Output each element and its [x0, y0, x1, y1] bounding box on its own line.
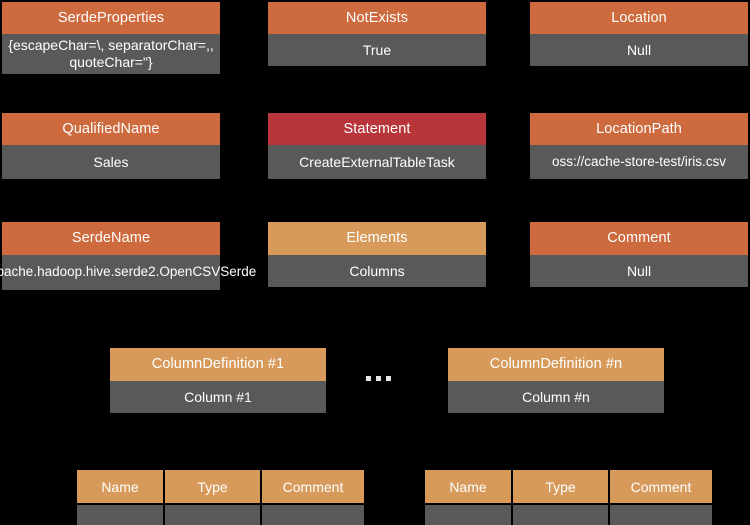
node-serde-name[interactable]: SerdeName org.apache.hadoop.hive.serde2.…: [2, 222, 220, 290]
node-value: Sales: [2, 145, 220, 179]
column-header-name: Name: [77, 470, 165, 503]
table-cell-name: [425, 505, 513, 525]
node-comment[interactable]: Comment Null: [530, 222, 748, 287]
node-header: Elements: [268, 222, 486, 255]
column-attributes-table-first[interactable]: Name Type Comment: [77, 470, 364, 525]
node-value: Column #n: [448, 381, 664, 413]
node-header: Comment: [530, 222, 748, 255]
column-header-name: Name: [425, 470, 513, 503]
node-column-definition-first[interactable]: ColumnDefinition #1 Column #1: [110, 348, 326, 413]
column-header-type: Type: [513, 470, 610, 503]
node-location[interactable]: Location Null: [530, 2, 748, 66]
table-cell-comment: [610, 505, 712, 525]
table-row[interactable]: [425, 505, 712, 525]
node-location-path[interactable]: LocationPath oss://cache-store-test/iris…: [530, 113, 748, 179]
node-value: org.apache.hadoop.hive.serde2.OpenCSVSer…: [2, 255, 220, 290]
node-statement[interactable]: Statement CreateExternalTableTask: [268, 113, 486, 179]
node-header: LocationPath: [530, 113, 748, 145]
node-elements[interactable]: Elements Columns: [268, 222, 486, 287]
node-header: Statement: [268, 113, 486, 145]
node-value: Null: [530, 255, 748, 287]
node-value: Columns: [268, 255, 486, 287]
ellipsis-separator: [366, 376, 391, 381]
ellipsis-dot: [386, 376, 391, 381]
node-header: QualifiedName: [2, 113, 220, 145]
node-header: SerdeName: [2, 222, 220, 255]
node-value: Null: [530, 34, 748, 66]
diagram-canvas: SerdeProperties {escapeChar=\, separator…: [0, 0, 750, 510]
column-header-comment: Comment: [262, 470, 364, 503]
column-attributes-table-last[interactable]: Name Type Comment: [425, 470, 712, 525]
table-header-row: Name Type Comment: [425, 470, 712, 505]
ellipsis-dot: [366, 376, 371, 381]
node-header: ColumnDefinition #n: [448, 348, 664, 381]
table-header-row: Name Type Comment: [77, 470, 364, 505]
node-column-definition-last[interactable]: ColumnDefinition #n Column #n: [448, 348, 664, 413]
table-cell-type: [513, 505, 610, 525]
ellipsis-dot: [376, 376, 381, 381]
node-header: ColumnDefinition #1: [110, 348, 326, 381]
node-value: CreateExternalTableTask: [268, 145, 486, 179]
node-value: True: [268, 34, 486, 66]
node-header: Location: [530, 2, 748, 34]
column-header-type: Type: [165, 470, 262, 503]
table-row[interactable]: [77, 505, 364, 525]
table-cell-comment: [262, 505, 364, 525]
node-header: NotExists: [268, 2, 486, 34]
table-cell-type: [165, 505, 262, 525]
node-serde-properties[interactable]: SerdeProperties {escapeChar=\, separator…: [2, 2, 220, 74]
column-header-comment: Comment: [610, 470, 712, 503]
node-value: oss://cache-store-test/iris.csv: [530, 145, 748, 179]
node-value: {escapeChar=\, separatorChar=,, quoteCha…: [2, 34, 220, 74]
node-qualified-name[interactable]: QualifiedName Sales: [2, 113, 220, 179]
node-header: SerdeProperties: [2, 2, 220, 34]
node-value: Column #1: [110, 381, 326, 413]
table-cell-name: [77, 505, 165, 525]
node-not-exists[interactable]: NotExists True: [268, 2, 486, 66]
